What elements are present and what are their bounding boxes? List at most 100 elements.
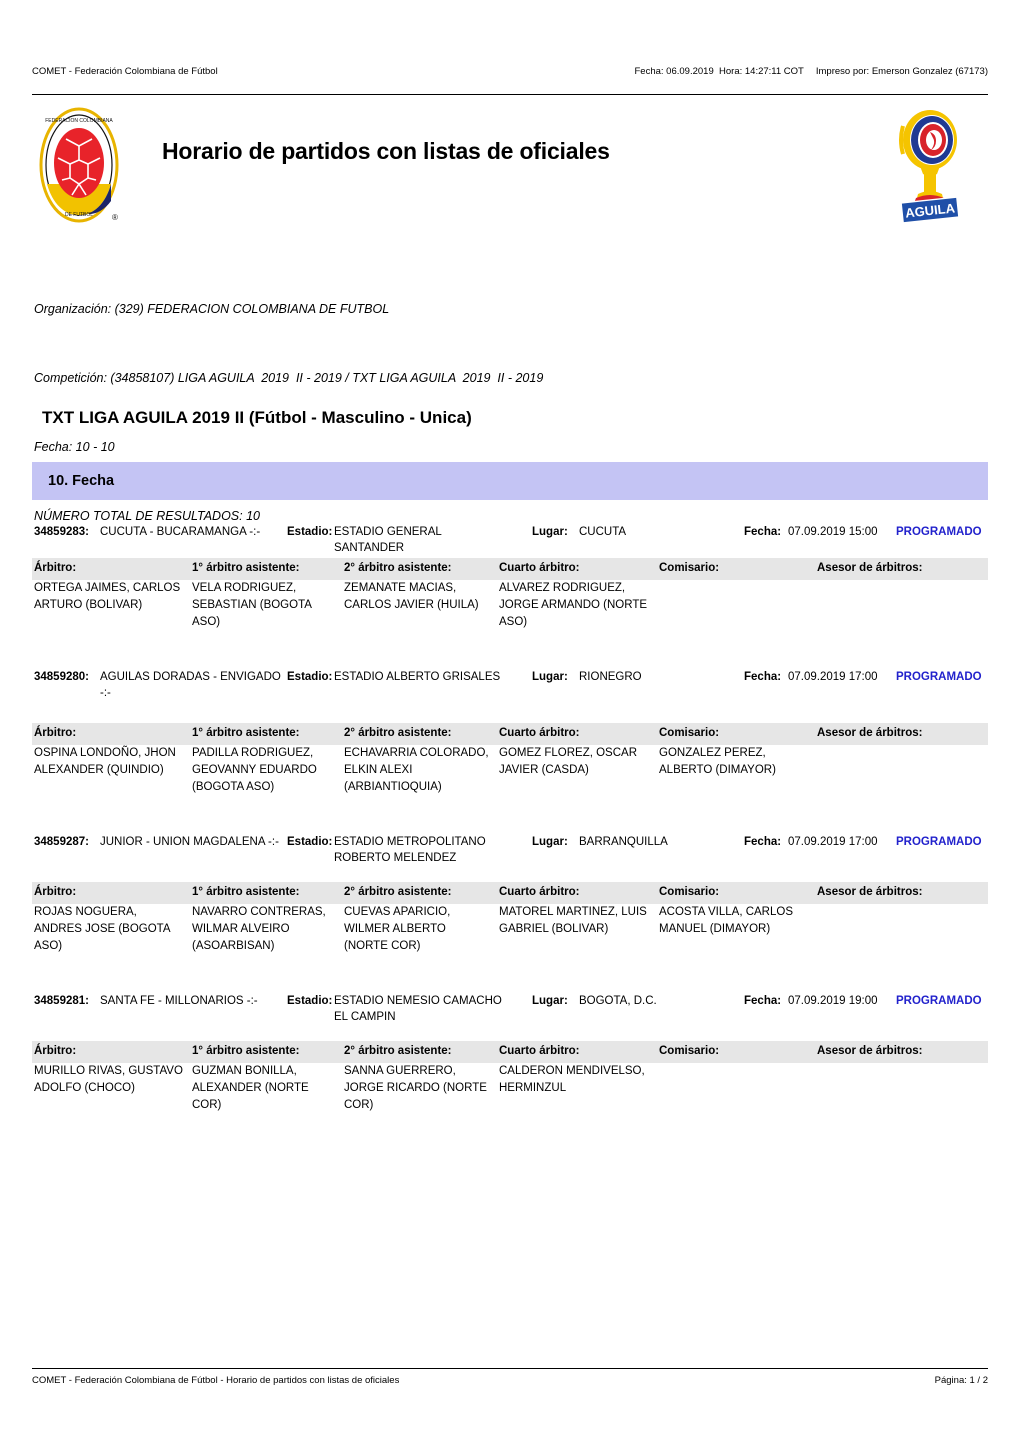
match-date-label: Fecha: bbox=[744, 526, 782, 538]
official-name: MATOREL MARTINEZ, LUIS GABRIEL (BOLIVAR) bbox=[499, 906, 647, 935]
title-band: FEDERACION COLOMBIANA DE FUTBOL ® Horari… bbox=[32, 104, 988, 226]
officials-column-header: Comisario: bbox=[659, 886, 720, 898]
officials-column-header: 1° árbitro asistente: bbox=[192, 727, 300, 739]
official-name: OSPINA LONDOÑO, JHON ALEXANDER (QUINDIO) bbox=[34, 747, 176, 776]
aguila-sponsor-logo-icon: AGUILA bbox=[899, 110, 960, 224]
match-place-label: Lugar: bbox=[532, 836, 568, 848]
officials-column-header: Comisario: bbox=[659, 1045, 720, 1057]
match-place-label: Lugar: bbox=[532, 671, 568, 683]
match-stadium-label: Estadio: bbox=[287, 836, 333, 848]
officials-column-header: 1° árbitro asistente: bbox=[192, 562, 300, 574]
officials-column-header: 2° árbitro asistente: bbox=[344, 562, 452, 574]
match-date-value: 07.09.2019 17:00 bbox=[788, 836, 878, 848]
officials-column-header: Cuarto árbitro: bbox=[499, 1045, 580, 1057]
match-teams: SANTA FE - MILLONARIOS -:- bbox=[100, 995, 258, 1007]
match-date-label: Fecha: bbox=[744, 671, 782, 683]
officials-header-row: Árbitro: 1° árbitro asistente: 2° árbitro … bbox=[32, 558, 988, 580]
match-place-label: Lugar: bbox=[532, 526, 568, 538]
svg-text:®: ® bbox=[112, 213, 118, 222]
match-stadium-value: ESTADIO NEMESIO CAMACHO EL CAMPIN bbox=[334, 995, 502, 1023]
official-name: CALDERON MENDIVELSO, HERMINZUL bbox=[499, 1065, 645, 1094]
official-name: ZEMANATE MACIAS, CARLOS JAVIER (HUILA) bbox=[344, 582, 479, 611]
match-status-badge: PROGRAMADO bbox=[896, 671, 982, 683]
match-id: 34859283: bbox=[34, 526, 89, 538]
match-header-row: 34859281: SANTA FE - MILLONARIOS -:- Estad… bbox=[32, 987, 988, 1041]
svg-text:FEDERACION COLOMBIANA: FEDERACION COLOMBIANA bbox=[45, 118, 113, 124]
match-list: 34859283: CUCUTA - BUCARAMANGA -:- Estadio… bbox=[32, 518, 988, 1146]
officials-column-header: Asesor de árbitros: bbox=[817, 727, 923, 739]
match-status-badge: PROGRAMADO bbox=[896, 995, 982, 1007]
officials-column-header: 2° árbitro asistente: bbox=[344, 1045, 452, 1057]
match-date-value: 07.09.2019 19:00 bbox=[788, 995, 878, 1007]
officials-body-row: MURILLO RIVAS, GUSTAVO ADOLFO (CHOCO) GUZ… bbox=[32, 1063, 988, 1146]
officials-column-header: Árbitro: bbox=[34, 562, 77, 574]
match-stadium-value: ESTADIO GENERAL SANTANDER bbox=[334, 526, 442, 554]
match-block: 34859287: JUNIOR - UNION MAGDALENA -:- Est… bbox=[32, 828, 988, 987]
match-status-badge: PROGRAMADO bbox=[896, 526, 982, 538]
document-page: COMET - Federación Colombiana de Fútbol … bbox=[0, 0, 1020, 1443]
match-stadium-value: ESTADIO ALBERTO GRISALES bbox=[334, 671, 501, 683]
footer-left-text: COMET - Federación Colombiana de Fútbol … bbox=[32, 1375, 400, 1386]
match-block: 34859283: CUCUTA - BUCARAMANGA -:- Estadio… bbox=[32, 518, 988, 663]
match-id: 34859287: bbox=[34, 836, 89, 848]
official-name: CUEVAS APARICIO, WILMER ALBERTO (NORTE C… bbox=[344, 906, 451, 952]
officials-header-row: Árbitro: 1° árbitro asistente: 2° árbitro … bbox=[32, 723, 988, 745]
match-block: 34859280: AGUILAS DORADAS - ENVIGADO -:- E… bbox=[32, 663, 988, 828]
header-printed-by: Impreso por: Emerson Gonzalez (67173) bbox=[815, 66, 988, 77]
meta-competicion: Competición: (34858107) LIGA AGUILA 2019… bbox=[34, 371, 544, 385]
officials-column-header: Cuarto árbitro: bbox=[499, 886, 580, 898]
match-header-row: 34859283: CUCUTA - BUCARAMANGA -:- Estadio… bbox=[32, 518, 988, 558]
officials-header-row: Árbitro: 1° árbitro asistente: 2° árbitro … bbox=[32, 882, 988, 904]
match-date-label: Fecha: bbox=[744, 836, 782, 848]
match-date-value: 07.09.2019 17:00 bbox=[788, 671, 878, 683]
officials-column-header: Comisario: bbox=[659, 562, 720, 574]
official-name: ROJAS NOGUERA, ANDRES JOSE (BOGOTA ASO) bbox=[34, 906, 170, 952]
match-date-value: 07.09.2019 15:00 bbox=[788, 526, 878, 538]
document-footer: COMET - Federación Colombiana de Fútbol … bbox=[32, 1368, 988, 1387]
match-header-row: 34859280: AGUILAS DORADAS - ENVIGADO -:- E… bbox=[32, 663, 988, 723]
match-place-value: BARRANQUILLA bbox=[579, 836, 668, 848]
official-name: VELA RODRIGUEZ, SEBASTIAN (BOGOTA ASO) bbox=[192, 582, 312, 628]
official-name: GONZALEZ PEREZ, ALBERTO (DIMAYOR) bbox=[659, 747, 776, 776]
officials-column-header: Árbitro: bbox=[34, 886, 77, 898]
document-header: COMET - Federación Colombiana de Fútbol … bbox=[32, 66, 988, 95]
official-name: SANNA GUERRERO, JORGE RICARDO (NORTE COR… bbox=[344, 1065, 487, 1111]
official-name: PADILLA RODRIGUEZ, GEOVANNY EDUARDO (BOG… bbox=[192, 747, 317, 793]
official-name: NAVARRO CONTRERAS, WILMAR ALVEIRO (ASOAR… bbox=[192, 906, 326, 952]
round-band-label: 10. Fecha bbox=[48, 473, 115, 489]
meta-organizacion: Organización: (329) FEDERACION COLOMBIAN… bbox=[34, 302, 390, 316]
match-place-label: Lugar: bbox=[532, 995, 568, 1007]
official-name: ECHAVARRIA COLORADO, ELKIN ALEXI (ARBIAN… bbox=[344, 747, 489, 793]
match-status-badge: PROGRAMADO bbox=[896, 836, 982, 848]
header-print-info: Fecha: 06.09.2019 Hora: 14:27:11 COT Imp… bbox=[635, 66, 989, 78]
officials-column-header: 1° árbitro asistente: bbox=[192, 1045, 300, 1057]
match-id: 34859281: bbox=[34, 995, 89, 1007]
match-date-label: Fecha: bbox=[744, 995, 782, 1007]
match-teams: JUNIOR - UNION MAGDALENA -:- bbox=[100, 836, 279, 848]
match-stadium-label: Estadio: bbox=[287, 671, 333, 683]
match-block: 34859281: SANTA FE - MILLONARIOS -:- Estad… bbox=[32, 987, 988, 1146]
officials-column-header: Asesor de árbitros: bbox=[817, 562, 923, 574]
meta-fecha: Fecha: 10 - 10 bbox=[34, 440, 115, 454]
match-id: 34859280: bbox=[34, 671, 89, 683]
header-date-time: Fecha: 06.09.2019 Hora: 14:27:11 COT bbox=[634, 66, 804, 77]
officials-column-header: Comisario: bbox=[659, 727, 720, 739]
officials-body-row: ROJAS NOGUERA, ANDRES JOSE (BOGOTA ASO) N… bbox=[32, 904, 988, 987]
officials-column-header: 1° árbitro asistente: bbox=[192, 886, 300, 898]
official-name: ORTEGA JAIMES, CARLOS ARTURO (BOLIVAR) bbox=[34, 582, 181, 611]
fcf-federation-logo-icon: FEDERACION COLOMBIANA DE FUTBOL ® bbox=[39, 107, 119, 223]
officials-column-header: Árbitro: bbox=[34, 1045, 77, 1057]
competition-title: TXT LIGA AGUILA 2019 II (Fútbol - Mascul… bbox=[42, 408, 472, 427]
officials-column-header: Asesor de árbitros: bbox=[817, 1045, 923, 1057]
match-place-value: CUCUTA bbox=[579, 526, 627, 538]
match-teams: AGUILAS DORADAS - ENVIGADO -:- bbox=[100, 671, 281, 699]
officials-body-row: ORTEGA JAIMES, CARLOS ARTURO (BOLIVAR) VE… bbox=[32, 580, 988, 663]
match-place-value: RIONEGRO bbox=[579, 671, 642, 683]
page-title: Horario de partidos con listas de oficia… bbox=[162, 138, 610, 164]
round-band: 10. Fecha bbox=[32, 462, 988, 500]
official-name: ALVAREZ RODRIGUEZ, JORGE ARMANDO (NORTE … bbox=[499, 582, 648, 628]
footer-page-number: Página: 1 / 2 bbox=[934, 1375, 988, 1386]
official-name: GUZMAN BONILLA, ALEXANDER (NORTE COR) bbox=[192, 1065, 309, 1111]
officials-column-header: Asesor de árbitros: bbox=[817, 886, 923, 898]
official-name: GOMEZ FLOREZ, OSCAR JAVIER (CASDA) bbox=[499, 747, 638, 776]
